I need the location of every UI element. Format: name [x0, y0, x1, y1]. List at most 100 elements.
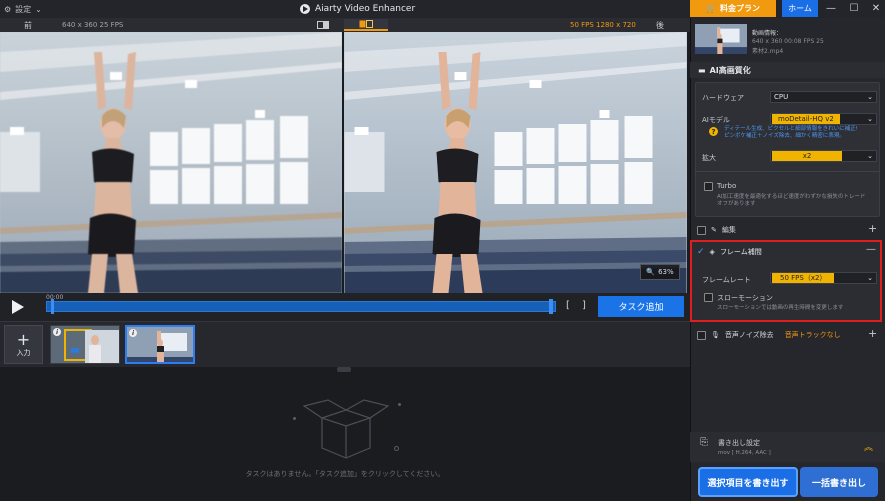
pricing-plan-button[interactable]: 🛒 料金プラン	[690, 0, 776, 17]
info-icon[interactable]: i	[53, 328, 61, 336]
edit-checkbox[interactable]	[697, 225, 706, 235]
scale-select[interactable]: x2 ⌄	[770, 150, 877, 162]
turbo-label: Turbo	[717, 182, 737, 190]
original-preview	[0, 32, 342, 293]
settings-menu[interactable]: ⚙ 設定 ⌄	[4, 2, 42, 16]
side-by-side-icon	[359, 20, 373, 28]
split-view-icon	[317, 21, 329, 29]
ai-model-value: moDetail-HQ v2	[772, 114, 840, 124]
edit-label: 編集	[721, 226, 736, 234]
after-label: 後	[656, 20, 664, 30]
divider	[695, 171, 880, 172]
frame-interpolation-header[interactable]: ✓ ◈ フレーム補間	[692, 244, 882, 260]
cart-icon: 🛒	[706, 4, 716, 13]
hardware-select[interactable]: CPU ⌄	[770, 91, 877, 103]
zoom-icon: 🔍	[646, 268, 656, 276]
audio-denoise-section[interactable]: 🎙 音声ノイズ除去 音声トラックなし	[692, 327, 882, 343]
chevron-down-icon: ⌄	[867, 115, 873, 123]
side-by-side-toggle[interactable]	[344, 19, 388, 31]
help-icon[interactable]: ?	[709, 127, 718, 136]
decor-dot	[394, 446, 399, 451]
audio-track-status: 音声トラックなし	[784, 331, 841, 339]
enhanced-preview	[344, 32, 687, 293]
slow-motion-hint: スローモーションでは動画の再生時間を変更します	[717, 305, 844, 311]
microphone-icon: 🎙	[711, 331, 720, 339]
resize-grip[interactable]	[337, 367, 351, 372]
media-thumbnail-2[interactable]: i	[125, 325, 195, 364]
split-view-toggle[interactable]	[306, 19, 340, 31]
collapse-icon[interactable]: —	[866, 244, 876, 255]
ai-enhance-section-header[interactable]: ▬ AI高画質化	[690, 62, 885, 78]
file-info-name: 素材2.mp4	[752, 48, 784, 55]
export-settings-title: 書き出し設定	[718, 439, 760, 447]
frame-interpolation-label: フレーム補間	[719, 248, 762, 256]
slow-motion-checkbox[interactable]	[704, 293, 713, 302]
turbo-hint-line-2: オフがあります	[717, 201, 756, 207]
expand-audio-icon[interactable]: +	[868, 327, 877, 340]
plus-icon: +	[16, 329, 31, 349]
empty-box-icon	[296, 396, 402, 468]
frame-rate-select[interactable]: 50 FPS（x2） ⌄	[770, 272, 877, 284]
ai-model-hint: ディテール生成、ピクセルと細部情報をきれいに補正! ピンボケ補正＋ノイズ除去、細…	[724, 126, 878, 140]
trim-end-handle[interactable]	[549, 299, 553, 314]
before-info: 640 x 360 25 FPS	[62, 21, 124, 29]
ai-model-label: AIモデル	[702, 116, 730, 124]
decor-dot	[293, 417, 296, 420]
turbo-hint-line-1: AI加工速度を最適化するほど速度がわずかな損失のトレード	[717, 194, 866, 200]
turbo-checkbox[interactable]	[704, 182, 713, 191]
edit-icon: ✎	[711, 226, 717, 234]
add-task-button[interactable]: タスク追加	[598, 296, 684, 317]
timeline-track[interactable]	[46, 301, 556, 312]
export-all-button[interactable]: 一括書き出し	[800, 467, 878, 497]
edit-section[interactable]: ✎ 編集	[692, 222, 882, 238]
diamond-icon: ◈	[709, 248, 715, 256]
expand-edit-icon[interactable]: +	[868, 222, 877, 235]
import-label: 入力	[16, 348, 31, 357]
chevron-down-icon: ⌄	[867, 93, 873, 101]
file-preview	[695, 24, 747, 54]
export-format: mov [ H.264, AAC ]	[718, 450, 771, 456]
minimize-icon[interactable]: —	[820, 0, 842, 17]
app-logo-icon	[300, 4, 310, 14]
ai-model-select[interactable]: moDetail-HQ v2 ⌄	[770, 113, 877, 125]
set-out-point-button[interactable]: ]	[582, 300, 586, 311]
set-in-point-button[interactable]: [	[566, 300, 570, 311]
pricing-plan-label: 料金プラン	[719, 4, 760, 13]
close-icon[interactable]: ✕	[865, 0, 885, 17]
minus-icon: ▬	[698, 65, 706, 75]
scale-label: 拡大	[702, 154, 716, 162]
play-button[interactable]	[8, 297, 28, 317]
gear-icon: ⚙	[4, 4, 12, 14]
hardware-value: CPU	[774, 93, 789, 101]
audio-denoise-label: 音声ノイズ除去	[724, 331, 774, 339]
hardware-label: ハードウェア	[702, 94, 744, 102]
chevron-down-icon: ⌄	[867, 152, 873, 160]
empty-task-message: タスクはありません。「タスク追加」をクリックしてください。	[245, 470, 445, 478]
audio-denoise-checkbox[interactable]	[697, 330, 706, 340]
frame-rate-label: フレームレート	[702, 276, 751, 284]
ai-model-hint-line-2: ピンボケ補正＋ノイズ除去、細かく精密に表現。	[724, 133, 845, 139]
file-info-specs: 640 x 360 00:08 FPS 25	[752, 38, 824, 45]
trim-start-handle[interactable]	[51, 299, 54, 314]
chevron-down-icon: ⌄	[35, 4, 42, 14]
info-icon[interactable]: i	[129, 329, 137, 337]
home-button[interactable]: ホーム	[782, 0, 818, 17]
export-selected-button[interactable]: 選択項目を書き出す	[698, 467, 798, 497]
frame-rate-value: 50 FPS（x2）	[772, 273, 835, 283]
app-title-text: Aiarty Video Enhancer	[315, 4, 416, 14]
zoom-control[interactable]: 🔍 63%	[640, 264, 680, 280]
chevron-up-icon[interactable]: ︽	[864, 440, 873, 453]
check-icon[interactable]: ✓	[697, 247, 705, 257]
export-settings-icon: ⎘	[700, 437, 708, 448]
ai-enhance-title: AI高画質化	[709, 65, 751, 75]
after-info: 50 FPS 1280 x 720	[570, 21, 636, 29]
decor-dot	[398, 403, 401, 406]
media-thumbnail-1[interactable]: i	[50, 325, 120, 364]
ai-model-hint-line-1: ディテール生成、ピクセルと細部情報をきれいに補正!	[724, 126, 858, 132]
slow-motion-label: スローモーション	[717, 294, 773, 302]
chevron-down-icon: ⌄	[867, 274, 873, 282]
maximize-icon[interactable]: ☐	[843, 0, 865, 17]
import-button[interactable]: + 入力	[4, 325, 43, 364]
scale-value: x2	[772, 151, 842, 161]
settings-label: 設定	[15, 4, 32, 14]
